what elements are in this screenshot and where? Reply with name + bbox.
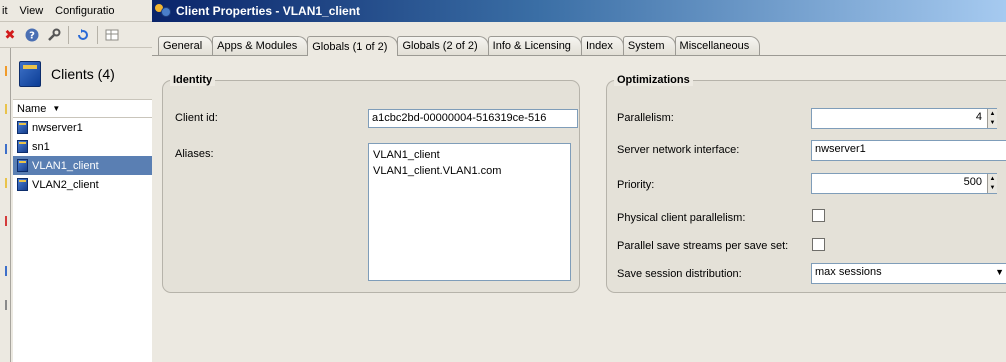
toolbar-separator: [97, 25, 98, 44]
parallel-streams-checkbox[interactable]: [812, 238, 825, 251]
tab-general[interactable]: General: [158, 36, 214, 55]
tab-system[interactable]: System: [622, 36, 676, 55]
aliases-field[interactable]: VLAN1_client VLAN1_client.VLAN1.com: [368, 143, 571, 281]
client-properties-icon: [154, 3, 172, 19]
client-name: sn1: [32, 140, 50, 153]
clients-title: Clients (4): [51, 65, 115, 82]
client-list: Name ▼ nwserver1 sn1 VLAN1_client VLAN2_…: [13, 100, 152, 362]
spin-down-icon[interactable]: ▼: [990, 185, 996, 191]
column-header-label: Name: [17, 102, 47, 115]
host-icon: [17, 140, 28, 153]
sort-desc-icon: ▼: [52, 104, 61, 113]
navigation-marker: [5, 300, 7, 310]
client-name: VLAN1_client: [32, 159, 99, 172]
tab-miscellaneous[interactable]: Miscellaneous: [674, 36, 761, 55]
host-icon: [17, 159, 28, 172]
client-name: VLAN2_client: [32, 178, 99, 191]
priority-spin-buttons[interactable]: ▲ ▼: [987, 174, 997, 193]
optimizations-group: Optimizations Parallelism: 4 ▲ ▼ Server …: [606, 74, 1006, 293]
server-interface-field[interactable]: nwserver1: [811, 140, 1006, 161]
name-column-header[interactable]: Name ▼: [13, 100, 152, 118]
session-distribution-select[interactable]: max sessions ▼: [811, 263, 1006, 284]
left-navigation-strip: [0, 48, 11, 362]
refresh-icon[interactable]: [75, 27, 91, 43]
tab-apps-modules[interactable]: Apps & Modules: [212, 36, 309, 55]
parallelism-label: Parallelism:: [617, 112, 674, 124]
spin-up-icon[interactable]: ▲: [990, 111, 996, 117]
client-id-field[interactable]: a1cbc2bd-00000004-516319ce-516: [368, 109, 578, 128]
physical-parallelism-checkbox[interactable]: [812, 209, 825, 222]
navigation-marker: [5, 66, 7, 76]
identity-group: Identity Client id: a1cbc2bd-00000004-51…: [162, 74, 580, 293]
menu-edit[interactable]: it: [0, 5, 14, 17]
client-item-vlan1-client[interactable]: VLAN1_client: [13, 156, 152, 175]
client-name: nwserver1: [32, 121, 83, 134]
client-item-vlan2-client[interactable]: VLAN2_client: [13, 175, 152, 194]
wrench-icon[interactable]: [46, 27, 62, 43]
client-item-nwserver1[interactable]: nwserver1: [13, 118, 152, 137]
menu-bar: it View Configuratio: [0, 0, 152, 22]
alias-entry: VLAN1_client.VLAN1.com: [373, 165, 502, 177]
main-window: it View Configuratio ✖ ? Clients (4) Nam…: [0, 0, 152, 362]
tab-bar: General Apps & Modules Globals (1 of 2) …: [152, 36, 1006, 56]
session-distribution-label: Save session distribution:: [617, 268, 742, 280]
navigation-marker: [5, 144, 7, 154]
optimizations-group-title: Optimizations: [614, 74, 693, 86]
svg-text:?: ?: [29, 30, 35, 41]
navigation-marker: [5, 104, 7, 114]
identity-group-title: Identity: [170, 74, 216, 86]
aliases-label: Aliases:: [175, 148, 214, 160]
help-icon[interactable]: ?: [24, 27, 40, 43]
tab-globals-2[interactable]: Globals (2 of 2): [397, 36, 489, 55]
physical-parallelism-label: Physical client parallelism:: [617, 212, 746, 224]
dialog-titlebar[interactable]: Client Properties - VLAN1_client: [152, 0, 1006, 22]
chevron-down-icon[interactable]: ▼: [995, 267, 1004, 277]
table-icon[interactable]: [104, 27, 120, 43]
server-interface-label: Server network interface:: [617, 144, 740, 156]
alias-entry: VLAN1_client: [373, 149, 440, 161]
toolbar-separator: [68, 25, 69, 44]
globals-tab-content: Identity Client id: a1cbc2bd-00000004-51…: [152, 56, 1006, 362]
client-id-label: Client id:: [175, 112, 218, 124]
spin-up-icon[interactable]: ▲: [990, 176, 996, 182]
navigation-marker: [5, 216, 7, 226]
dialog-title: Client Properties - VLAN1_client: [176, 4, 361, 18]
parallel-streams-label: Parallel save streams per save set:: [617, 240, 789, 252]
navigation-marker: [5, 266, 7, 276]
toolbar: ✖ ?: [0, 22, 152, 48]
clients-header: Clients (4): [13, 48, 152, 100]
client-properties-dialog: Client Properties - VLAN1_client General…: [152, 0, 1006, 362]
parallelism-spin-buttons[interactable]: ▲ ▼: [987, 109, 997, 128]
tab-index[interactable]: Index: [580, 36, 624, 55]
navigation-marker: [5, 178, 7, 188]
host-icon: [17, 178, 28, 191]
parallelism-stepper[interactable]: 4: [811, 108, 997, 129]
tab-info-licensing[interactable]: Info & Licensing: [487, 36, 582, 55]
priority-stepper[interactable]: 500: [811, 173, 997, 194]
clients-folder-icon: [19, 60, 41, 87]
priority-label: Priority:: [617, 179, 655, 191]
client-item-sn1[interactable]: sn1: [13, 137, 152, 156]
spin-down-icon[interactable]: ▼: [990, 120, 996, 126]
host-icon: [17, 121, 28, 134]
delete-icon[interactable]: ✖: [2, 27, 18, 43]
session-distribution-value: max sessions: [815, 266, 882, 278]
menu-configuration[interactable]: Configuratio: [49, 5, 120, 17]
menu-view[interactable]: View: [14, 5, 50, 17]
tab-globals-1[interactable]: Globals (1 of 2): [307, 36, 399, 56]
